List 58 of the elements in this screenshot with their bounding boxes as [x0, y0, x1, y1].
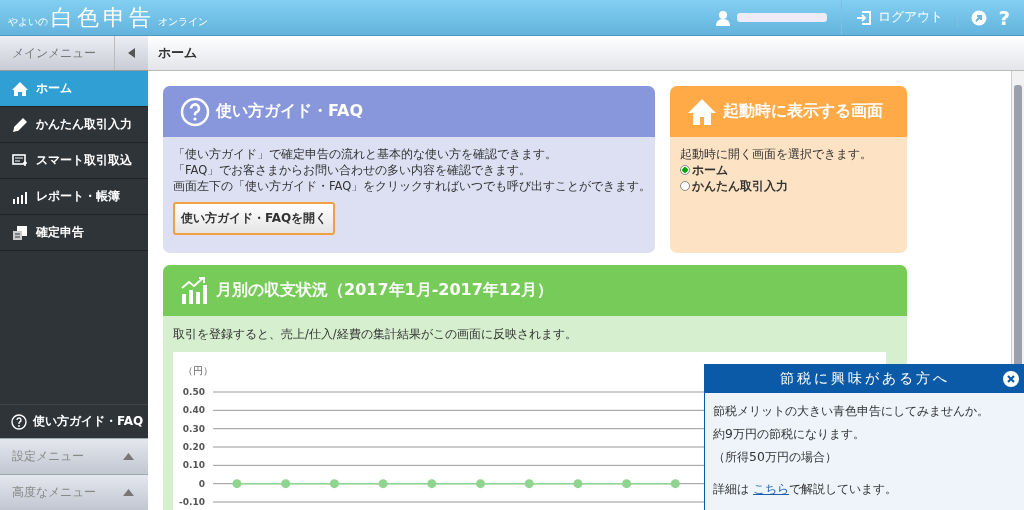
popup-text: （所得50万円の場合） — [713, 448, 838, 466]
description-text: 「FAQ」でお客さまからお問い合わせの多い内容を確認できます。 — [173, 162, 533, 178]
radio-button[interactable] — [680, 181, 690, 191]
home-icon — [12, 80, 28, 97]
data-point — [476, 479, 485, 489]
caret-icon — [127, 48, 136, 58]
logo-title: 白色申告 — [51, 3, 155, 32]
logo-prefix: やよいの — [8, 14, 48, 29]
card-title: 起動時に表示する画面 — [723, 101, 883, 122]
popup-text: 約9万円の節税になります。 — [713, 425, 866, 443]
axis-unit-label: （円） — [183, 365, 213, 376]
question-icon — [11, 413, 27, 430]
growth-chart-icon — [180, 275, 210, 306]
radio-button[interactable] — [680, 165, 690, 175]
card-title: 使い方ガイド・FAQ — [216, 101, 364, 122]
data-point — [378, 479, 388, 489]
y-tick-label: 0.10 — [182, 460, 205, 471]
details-link[interactable]: こちら — [752, 481, 789, 496]
data-point — [622, 479, 632, 489]
y-tick-label: 0 — [198, 478, 205, 489]
popup-text: 節税メリットの大きい青色申告にしてみませんか。 — [713, 402, 990, 420]
description-text: 取引を登録すると、売上/仕入/経費の集計結果がこの画面に反映されます。 — [173, 326, 578, 342]
document-icon — [12, 224, 28, 241]
popup-text: 詳細は こちらで解説しています。 — [713, 480, 898, 498]
sidebar-title: メインメニュー — [12, 44, 96, 62]
user-icon — [715, 9, 732, 26]
data-point — [232, 479, 242, 489]
sidebar-item[interactable]: レポート・帳簿 — [0, 179, 148, 215]
y-tick-label: 0.50 — [182, 387, 205, 397]
pencil-icon — [12, 116, 28, 133]
sidebar-item[interactable]: かんたん取引入力 — [0, 107, 148, 143]
sidebar-item[interactable]: スマート取引取込 — [0, 143, 148, 179]
description-text: 「使い方ガイド」で確定申告の流れと基本的な使い方を確認できます。 — [173, 146, 558, 162]
data-point — [427, 479, 437, 489]
sidebar-item[interactable]: 確定申告 — [0, 215, 148, 251]
page-title: ホーム — [158, 44, 197, 62]
y-tick-label: 0.30 — [182, 423, 205, 434]
data-point — [524, 479, 534, 489]
data-point — [281, 479, 291, 489]
radio-option[interactable]: ホーム — [680, 162, 728, 178]
data-point — [670, 479, 680, 489]
logout-icon — [856, 9, 873, 26]
card-title: 月別の収支状況（2017年1月-2017年12月） — [216, 280, 554, 301]
y-tick-label: 0.40 — [182, 405, 205, 416]
home-icon — [687, 96, 717, 127]
question-icon — [180, 96, 210, 127]
description-text: 画面左下の「使い方ガイド・FAQ」をクリックすればいつでも呼び出すことができます。 — [173, 178, 647, 194]
open-guide-button[interactable]: 使い方ガイド・FAQを開く — [173, 202, 336, 235]
data-point — [329, 479, 339, 489]
popup-title: 節税に興味がある方へ — [780, 370, 950, 388]
y-tick-label: -0.10 — [179, 497, 205, 507]
card-import-icon — [12, 152, 28, 169]
logo-suffix: オンライン — [158, 14, 208, 29]
description-text: 起動時に開く画面を選択できます。 — [680, 146, 873, 162]
radio-option[interactable]: かんたん取引入力 — [680, 178, 788, 194]
close-icon[interactable] — [1003, 371, 1019, 387]
y-tick-label: 0.20 — [182, 442, 205, 452]
data-point — [573, 479, 583, 489]
